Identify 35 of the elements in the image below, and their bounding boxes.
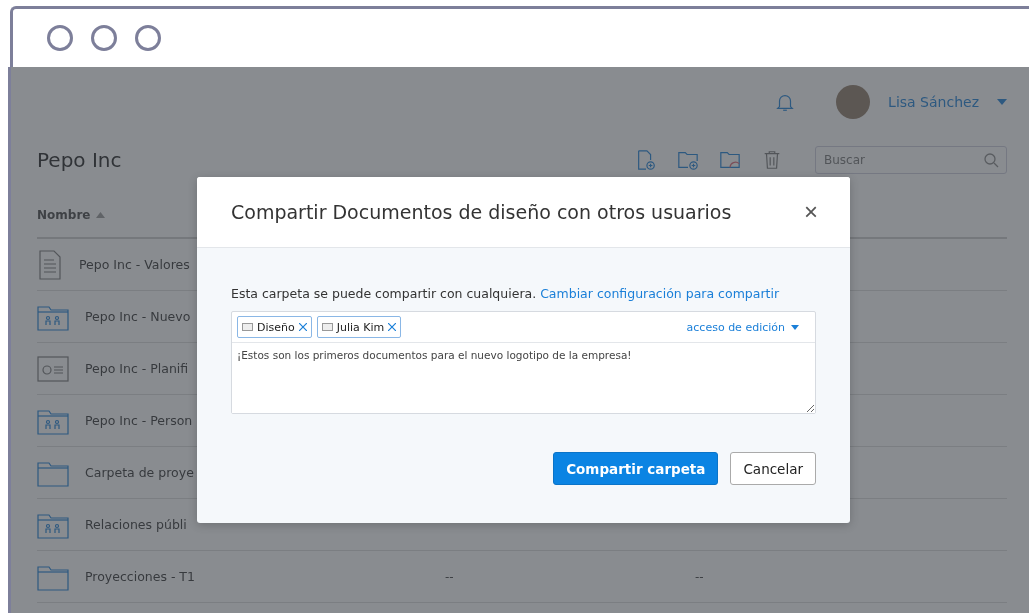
table-cell-text: -- xyxy=(445,569,455,584)
window-dot[interactable] xyxy=(135,25,161,51)
column-header[interactable]: Nombre xyxy=(37,208,91,222)
close-button[interactable]: × xyxy=(804,198,818,226)
presentation-icon xyxy=(37,354,69,383)
cancel-button[interactable]: Cancelar xyxy=(730,452,816,485)
new-folder-icon[interactable] xyxy=(677,149,699,171)
access-dropdown[interactable]: acceso de edición xyxy=(680,319,805,335)
user-name[interactable]: Lisa Sánchez xyxy=(888,94,979,110)
recipients-field[interactable]: Diseño Julia Kim acceso de edición ¡Estos son los primeros documentos para el nuevo logotipo de la empresa! xyxy=(231,311,816,414)
page-title: Pepo Inc xyxy=(37,148,123,172)
share-info-text: Esta carpeta se puede compartir con cualquiera. Cambiar configuración para compartir xyxy=(231,286,781,301)
window-dot[interactable] xyxy=(91,25,117,51)
table-cell-text: -- xyxy=(695,569,705,584)
tag-label: Julia Kim xyxy=(336,320,385,334)
avatar[interactable] xyxy=(836,85,871,119)
file-name[interactable]: Proyecciones - T1 xyxy=(85,569,445,584)
new-file-icon[interactable] xyxy=(635,149,657,171)
tag-label: Diseño xyxy=(257,320,295,334)
window-dot[interactable] xyxy=(47,25,73,51)
dialog-title: Compartir Documentos de diseño con otros usuarios xyxy=(231,201,733,223)
caret-icon[interactable] xyxy=(997,99,1007,105)
sort-arrow-icon[interactable] xyxy=(96,212,106,218)
mail-icon xyxy=(321,323,333,331)
folder-icon[interactable] xyxy=(719,149,741,171)
document-icon xyxy=(37,249,63,280)
mail-icon xyxy=(242,323,253,331)
change-settings-link[interactable]: Cambiar configuración para compartir xyxy=(540,286,780,301)
remove-button[interactable] xyxy=(298,323,307,331)
search-icon[interactable] xyxy=(983,152,999,168)
caret-icon xyxy=(791,324,799,330)
recipient-tag[interactable]: Diseño xyxy=(237,316,312,338)
share-button[interactable]: Compartir carpeta xyxy=(553,452,719,485)
remove-button[interactable] xyxy=(388,323,397,331)
recipient-tag[interactable]: Julia Kim xyxy=(316,316,402,338)
